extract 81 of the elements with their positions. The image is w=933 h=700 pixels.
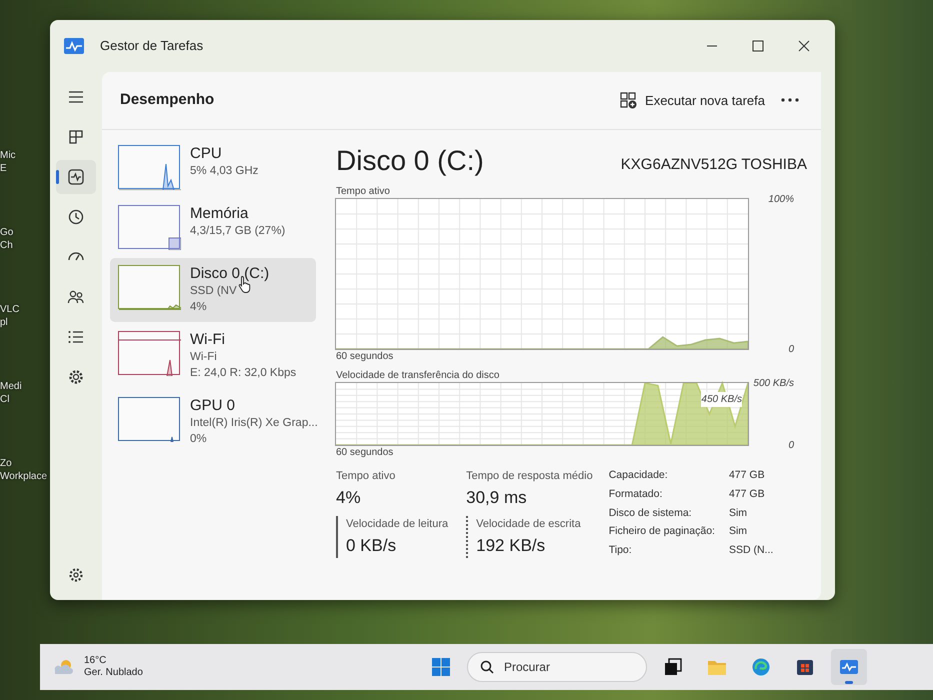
- page-title: Desempenho: [120, 90, 214, 110]
- grid-plus-icon: [620, 92, 638, 109]
- property-value: Sim: [728, 524, 748, 540]
- axis-tick-label: 100%: [768, 193, 794, 207]
- axis-time-label: 60 segundos: [336, 350, 394, 364]
- graph-scale-label: 450 KB/s: [701, 392, 742, 407]
- cog-icon: [67, 368, 85, 386]
- property-value: Sim: [728, 506, 748, 520]
- cloud-sun-icon: [52, 659, 74, 675]
- store-icon: [794, 657, 815, 677]
- stat-label: Tempo ativo: [336, 469, 396, 484]
- device-detail: E: 24,0 R: 32,0 Kbps: [190, 367, 296, 380]
- stat-value: 192 KB/s: [476, 534, 546, 556]
- chart-title: Velocidade de transferência do disco: [336, 369, 500, 383]
- stat-value: 4%: [336, 486, 362, 508]
- window-title: Gestor de Tarefas: [100, 37, 204, 56]
- stat-label: Velocidade de escrita: [476, 517, 582, 532]
- desktop-icon-label[interactable]: VLC pl: [0, 304, 50, 329]
- device-detail: Wi-Fi: [190, 351, 217, 364]
- weather-condition: Ger. Nublado: [84, 667, 143, 679]
- stat-label: Tempo de resposta médio: [466, 469, 593, 484]
- search-icon: [480, 660, 494, 674]
- run-new-task-button[interactable]: Executar nova tarefa: [612, 86, 773, 114]
- chart-title: Tempo ativo: [336, 185, 390, 199]
- device-detail: SSD (NV: [190, 285, 237, 297]
- axis-tick-label: 0: [788, 439, 794, 453]
- search-box[interactable]: Procurar: [466, 652, 647, 682]
- axis-tick-label: 0: [788, 343, 794, 357]
- device-name: CPU: [190, 145, 223, 163]
- task-manager-button[interactable]: [830, 649, 867, 685]
- maximize-icon: [752, 40, 764, 52]
- device-name: GPU 0: [190, 397, 236, 416]
- device-detail: 4%: [190, 301, 207, 314]
- device-item[interactable]: CPU 5% 4,03 GHz: [110, 138, 316, 196]
- axis-tick-label: 500 KB/s: [753, 377, 794, 391]
- disk-model: KXG6AZNV512G TOSHIBA: [620, 154, 807, 174]
- windows-logo-icon: [430, 657, 451, 677]
- property-label: Ficheiro de paginação:: [608, 524, 715, 540]
- desktop-icon-label[interactable]: Medi Cl: [0, 381, 50, 406]
- pulse-chart-icon: [838, 657, 859, 677]
- property-label: Tipo:: [608, 543, 633, 558]
- desktop-icon-label[interactable]: Go Ch: [0, 227, 50, 252]
- device-name: Memória: [190, 205, 250, 223]
- close-icon: [798, 40, 810, 52]
- disk-title: Disco 0 (C:): [336, 144, 484, 178]
- device-item[interactable]: Memória 4,3/15,7 GB (27%): [110, 198, 316, 256]
- property-label: Capacidade:: [608, 468, 669, 483]
- desktop-icon-label[interactable]: Mic E: [0, 150, 50, 175]
- axis-time-label: 60 segundos: [336, 446, 394, 460]
- device-item[interactable]: GPU 0 Intel(R) Iris(R) Xe Grap... 0%: [110, 390, 316, 455]
- property-label: Formatado:: [608, 486, 664, 502]
- device-detail: 0%: [190, 433, 207, 446]
- device-detail: Intel(R) Iris(R) Xe Grap...: [190, 417, 318, 430]
- weather-temperature: 16°C: [84, 655, 106, 667]
- list-icon: [67, 328, 85, 346]
- search-input[interactable]: Procurar: [502, 657, 632, 677]
- pulse-chart-icon: [64, 38, 84, 54]
- property-value: 477 GB: [728, 468, 766, 483]
- people-icon: [67, 288, 85, 306]
- stat-value: 0 KB/s: [346, 534, 398, 556]
- device-item[interactable]: Disco 0 (C:) SSD (NV 4%: [110, 258, 316, 322]
- device-name: Disco 0 (C:): [190, 265, 270, 283]
- performance-nav-button[interactable]: [56, 160, 96, 194]
- desktop-icon-label[interactable]: Zo Workplace: [0, 458, 50, 483]
- pulse-icon: [67, 168, 85, 186]
- property-value: SSD (N...: [728, 543, 774, 558]
- browser-icon: [750, 657, 771, 677]
- weather-widget[interactable]: 16°C Ger. Nublado: [84, 655, 143, 679]
- stat-label: Velocidade de leitura: [346, 517, 448, 532]
- device-name: Wi-Fi: [190, 331, 226, 350]
- overlapping-squares-icon: [662, 657, 683, 677]
- grid-icon: [67, 128, 85, 146]
- more-icon: [781, 98, 799, 102]
- settings-icon: [67, 566, 85, 584]
- device-item[interactable]: Wi-Fi Wi-Fi E: 24,0 R: 32,0 Kbps: [110, 324, 316, 388]
- property-label: Disco de sistema:: [608, 506, 693, 520]
- stat-value: 30,9 ms: [466, 486, 528, 508]
- device-detail: 5% 4,03 GHz: [190, 165, 258, 177]
- clock-icon: [67, 208, 85, 226]
- property-value: 477 GB: [728, 486, 766, 502]
- device-detail: 4,3/15,7 GB (27%): [190, 225, 286, 237]
